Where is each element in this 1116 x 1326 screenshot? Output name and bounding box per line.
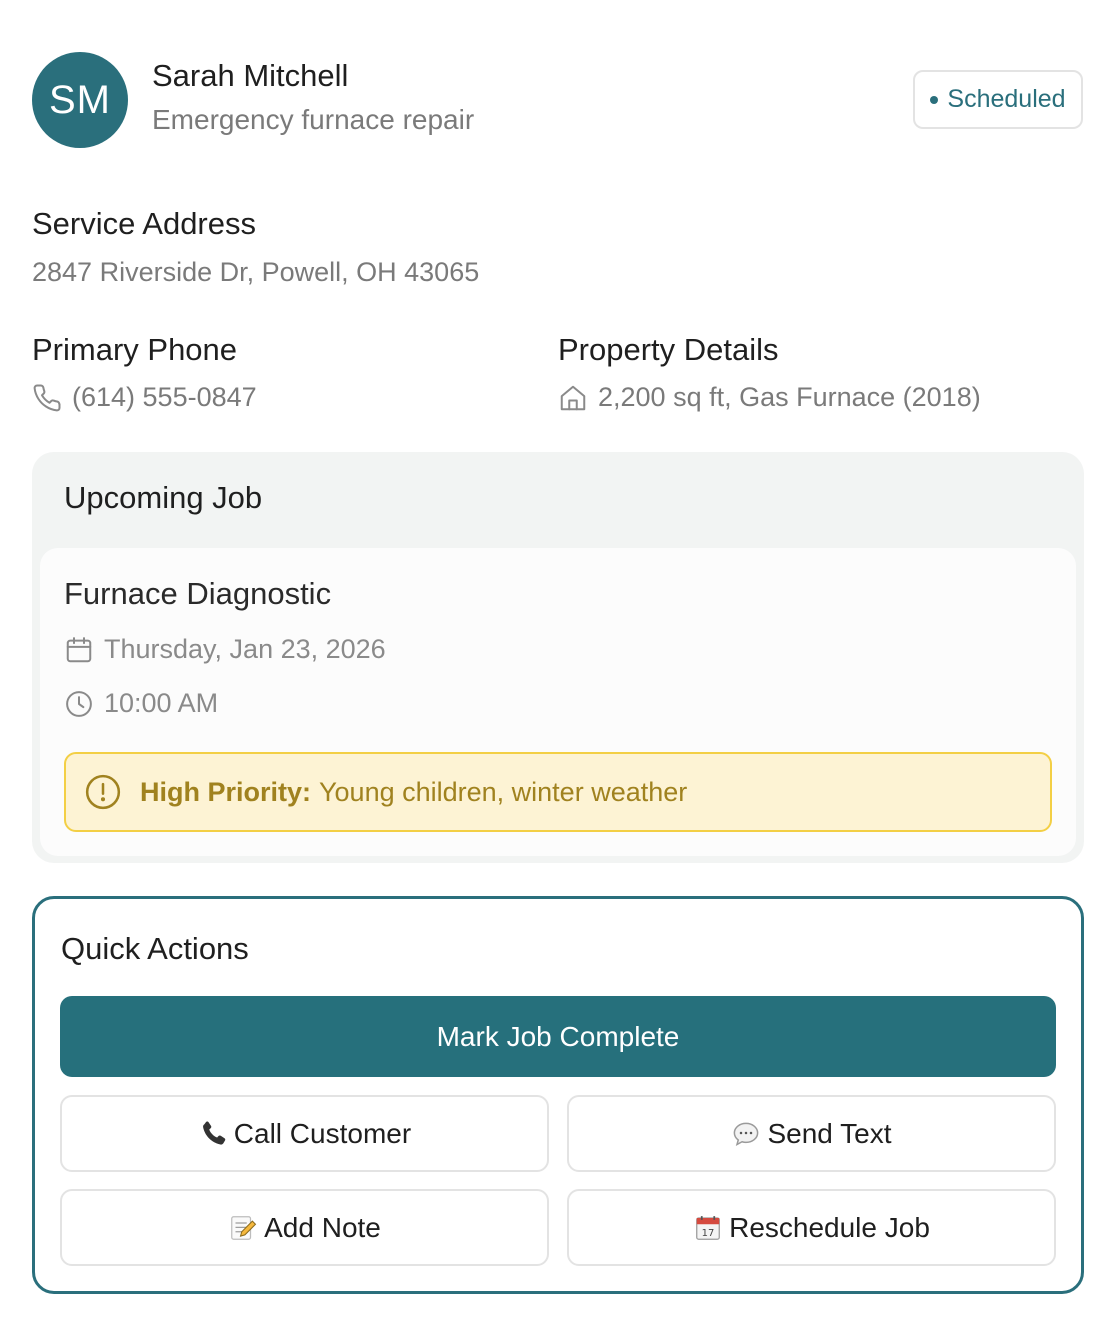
property-details-label: Property Details xyxy=(558,332,779,367)
phone-icon xyxy=(33,383,61,411)
service-address-label: Service Address xyxy=(32,206,256,241)
job-date-text: Thursday, Jan 23, 2026 xyxy=(104,634,386,664)
reschedule-job-button[interactable]: 17 Reschedule Job xyxy=(567,1189,1056,1266)
upcoming-job-title: Upcoming Job xyxy=(64,480,263,515)
add-note-label: Add Note xyxy=(264,1211,381,1243)
tear-off-calendar-icon: 17 xyxy=(693,1213,723,1243)
alert-circle-icon xyxy=(85,774,121,810)
service-address-value: 2847 Riverside Dr, Powell, OH 43065 xyxy=(32,257,479,288)
job-time-text: 10:00 AM xyxy=(104,688,219,718)
property-details-text: 2,200 sq ft, Gas Furnace (2018) xyxy=(598,382,981,412)
upcoming-job-panel: Upcoming Job Furnace Diagnostic Thursday… xyxy=(32,452,1084,863)
job-time: 10:00 AM xyxy=(64,688,218,719)
svg-text:17: 17 xyxy=(702,1228,715,1239)
priority-alert: High Priority: Young children, winter we… xyxy=(64,752,1052,832)
call-customer-label: Call Customer xyxy=(233,1117,412,1149)
send-text-label: Send Text xyxy=(767,1117,892,1149)
status-label: Scheduled xyxy=(947,85,1066,113)
home-icon xyxy=(560,385,586,410)
priority-label: High Priority: xyxy=(140,776,312,807)
calendar-icon xyxy=(66,636,92,662)
send-text-button[interactable]: Send Text xyxy=(567,1095,1056,1172)
reschedule-job-label: Reschedule Job xyxy=(729,1211,930,1243)
priority-text: Young children, winter weather xyxy=(319,776,688,807)
customer-subtitle: Emergency furnace repair xyxy=(152,104,475,135)
clock-icon xyxy=(66,690,92,717)
quick-actions-title: Quick Actions xyxy=(61,931,249,966)
phone-receiver-icon xyxy=(198,1119,228,1149)
add-note-button[interactable]: Add Note xyxy=(60,1189,549,1266)
avatar-initials: SM xyxy=(49,77,111,122)
primary-phone-text: (614) 555-0847 xyxy=(72,382,257,412)
status-badge: Scheduled xyxy=(913,70,1083,129)
customer-name: Sarah Mitchell xyxy=(152,58,349,93)
customer-job-page: SM Sarah Mitchell Emergency furnace repa… xyxy=(0,0,1116,1326)
quick-actions-panel: Quick Actions Mark Job Complete Call Cus… xyxy=(32,896,1084,1294)
primary-phone-value[interactable]: (614) 555-0847 xyxy=(32,382,257,413)
job-card[interactable]: Furnace Diagnostic Thursday, Jan 23, 202… xyxy=(40,548,1076,856)
avatar: SM xyxy=(32,52,128,148)
mark-job-complete-button[interactable]: Mark Job Complete xyxy=(60,996,1056,1077)
job-title: Furnace Diagnostic xyxy=(64,576,332,611)
primary-phone-label: Primary Phone xyxy=(32,332,238,367)
job-date: Thursday, Jan 23, 2026 xyxy=(64,634,386,665)
speech-bubble-icon xyxy=(731,1119,761,1149)
memo-icon xyxy=(228,1213,258,1243)
property-details-value: 2,200 sq ft, Gas Furnace (2018) xyxy=(558,382,981,413)
call-customer-button[interactable]: Call Customer xyxy=(60,1095,549,1172)
service-address-text: 2847 Riverside Dr, Powell, OH 43065 xyxy=(32,257,480,287)
status-dot-icon xyxy=(930,95,939,104)
